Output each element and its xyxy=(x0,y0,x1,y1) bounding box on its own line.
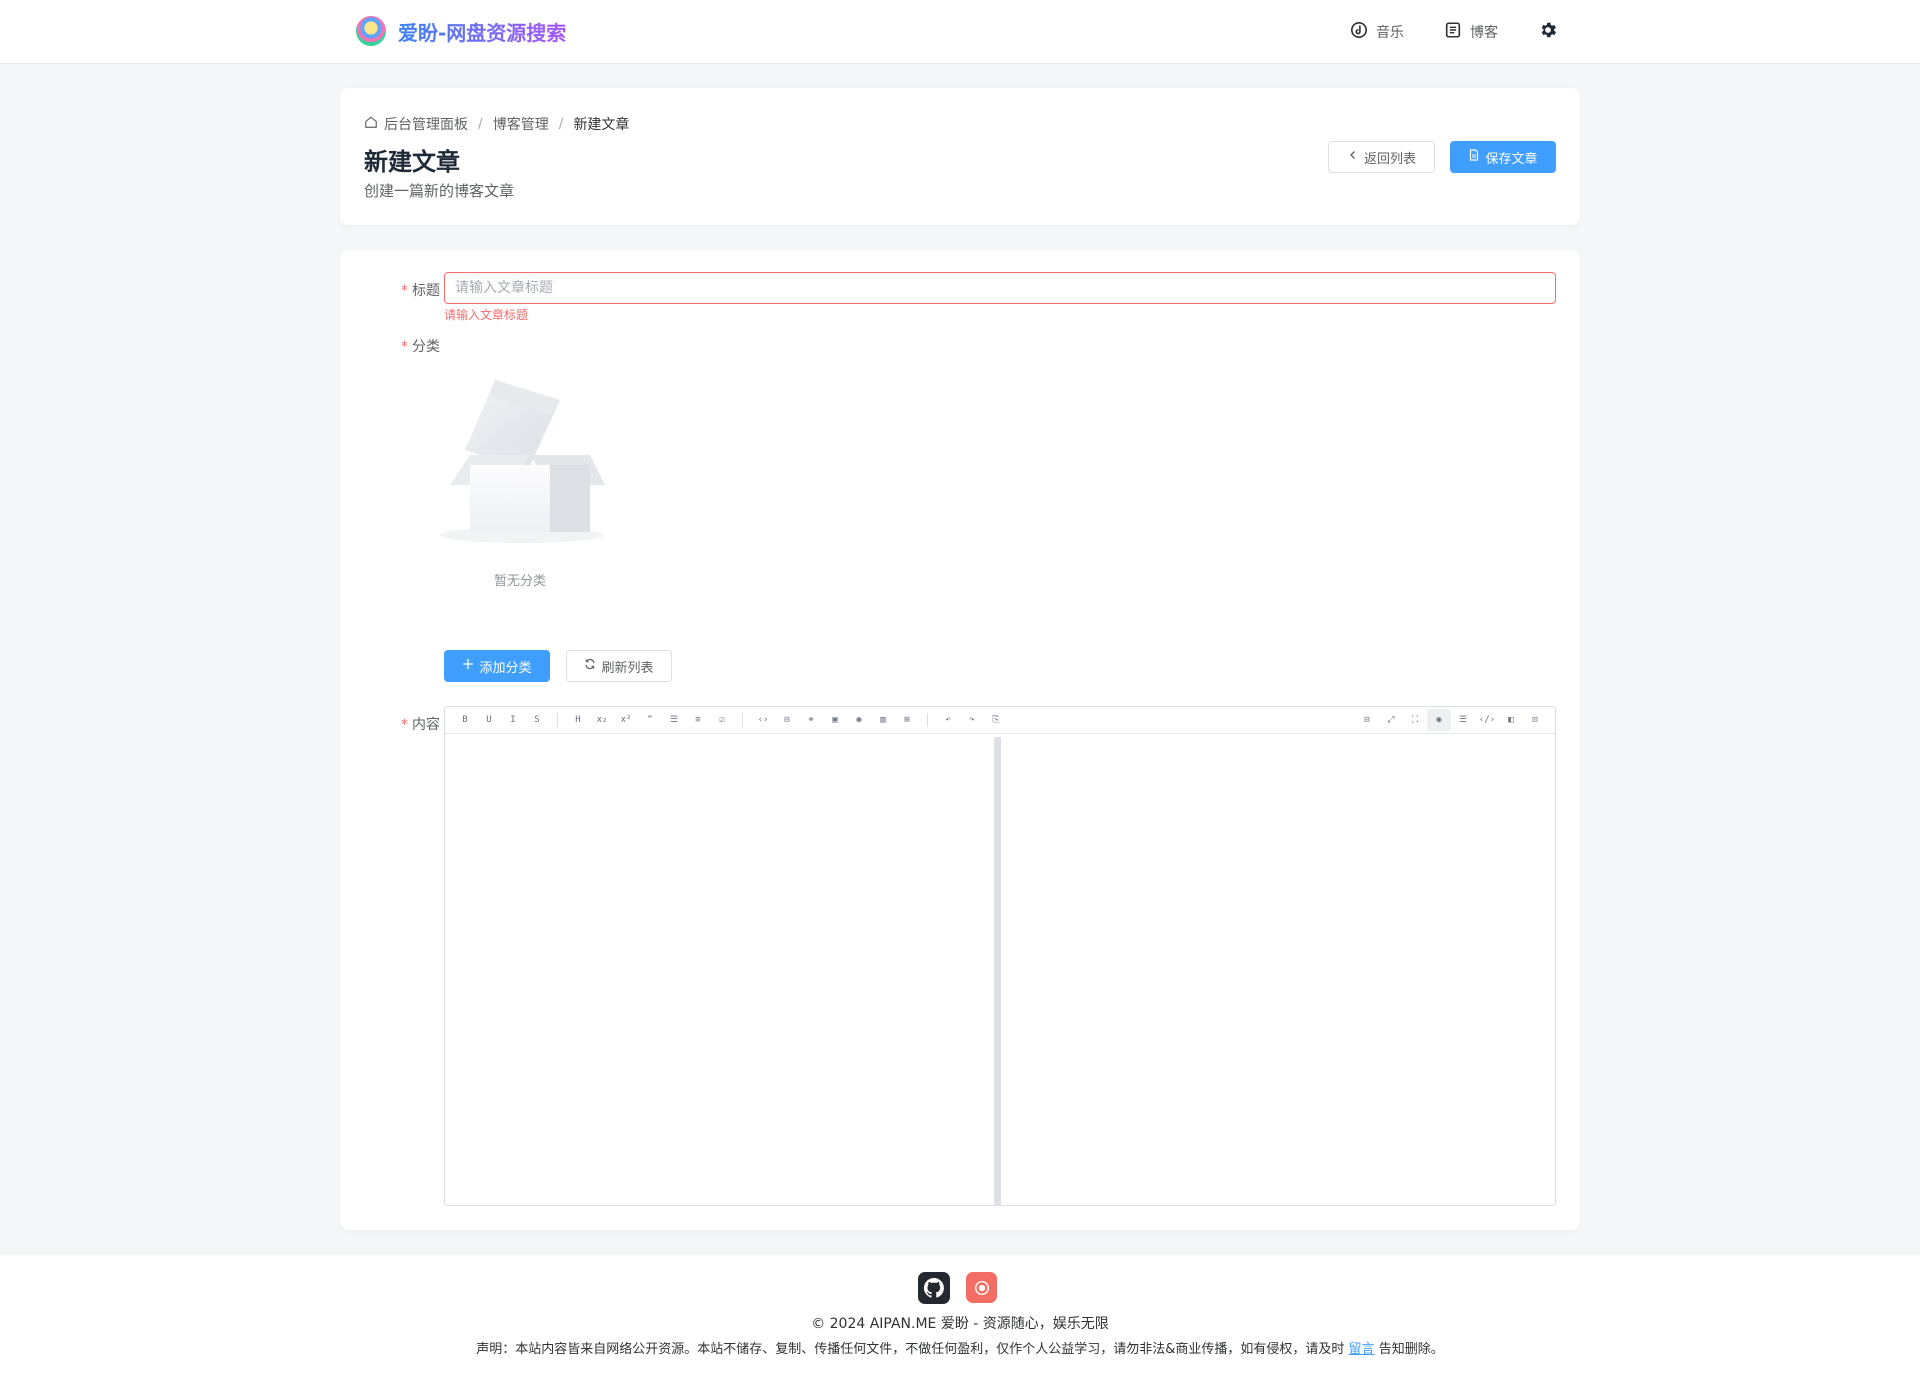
required-mark: * xyxy=(401,339,408,355)
page-title: 新建文章 xyxy=(364,148,460,176)
toolbar-button[interactable]: ⚭ xyxy=(799,709,823,731)
breadcrumb-separator: / xyxy=(478,116,483,132)
toolbar-button[interactable]: ❞ xyxy=(638,709,662,731)
editor-preview-pane xyxy=(1001,737,1555,1205)
copyright-text: © 2024 AIPAN.ME 爱盼 - 资源随心，娱乐无限 xyxy=(811,1316,1109,1332)
refresh-list-button[interactable]: 刷新列表 xyxy=(566,650,672,682)
editor-toolbar: B U I S Hx₂ x² ❞ ☰ ≡ ☑ ‹› ⊟ ⚭ ▣ ◉ ▥ ⊞ ↶ ↷ ⎘ ⊟ ⤢ ⛶ ◉ ☰ ‹/› ◧ ⊡ xyxy=(445,707,1555,734)
toolbar-button[interactable]: ≡ xyxy=(686,709,710,731)
add-category-label: 添加分类 xyxy=(479,660,532,676)
nav-music-label: 音乐 xyxy=(1376,25,1404,41)
document-icon xyxy=(1468,149,1480,165)
github-icon[interactable] xyxy=(918,1272,950,1304)
music-disc-icon xyxy=(1350,21,1368,43)
required-mark: * xyxy=(401,283,408,299)
top-header: 爱盼-网盘资源搜索 音乐 博客 xyxy=(0,0,1920,64)
home-icon xyxy=(364,115,378,133)
title-label: * 标题 xyxy=(340,280,440,300)
toolbar-button[interactable]: B xyxy=(453,709,477,731)
toolbar-button[interactable]: H xyxy=(566,709,590,731)
toolbar-button[interactable]: ↷ xyxy=(960,709,984,731)
toolbar-button[interactable]: ☑ xyxy=(710,709,734,731)
toolbar-button[interactable]: ‹› xyxy=(751,709,775,731)
disclaimer-text: 声明：本站内容皆来自网络公开资源。本站不储存、复制、传播任何文件，不做任何盈利，… xyxy=(476,1342,1345,1357)
leave-message-link[interactable]: 留言 xyxy=(1349,1342,1375,1357)
logo-text: 爱盼-网盘资源搜索 xyxy=(398,17,566,46)
editor-toolbar-right: ⊟ ⤢ ⛶ ◉ ☰ ‹/› ◧ ⊡ xyxy=(1355,709,1547,731)
toolbar-button[interactable]: x₂ xyxy=(590,709,614,731)
disclaimer: 声明：本站内容皆来自网络公开资源。本站不储存、复制、传播任何文件，不做任何盈利，… xyxy=(0,1338,1920,1357)
toolbar-button[interactable]: U xyxy=(477,709,501,731)
back-to-list-button[interactable]: 返回列表 xyxy=(1328,141,1435,173)
gear-icon xyxy=(1538,20,1558,44)
refresh-icon xyxy=(584,658,596,674)
editor-toolbar-left: B U I S Hx₂ x² ❞ ☰ ≡ ☑ ‹› ⊟ ⚭ ▣ ◉ ▥ ⊞ ↶ ↷ ⎘ xyxy=(453,709,1008,731)
toolbar-button[interactable]: I xyxy=(501,709,525,731)
document-icon xyxy=(1444,21,1462,43)
content-label: * 内容 xyxy=(340,714,440,734)
toolbar-button[interactable]: ☰ xyxy=(1451,709,1475,731)
empty-category-text: 暂无分类 xyxy=(493,574,546,589)
toolbar-button[interactable]: ⊡ xyxy=(1523,709,1547,731)
toolbar-divider xyxy=(557,713,558,727)
toolbar-button[interactable]: ⛶ xyxy=(1403,709,1427,731)
nav-blog[interactable]: 博客 xyxy=(1444,21,1498,43)
toolbar-button[interactable]: ⊟ xyxy=(775,709,799,731)
back-to-list-label: 返回列表 xyxy=(1363,151,1416,167)
toolbar-button[interactable]: S xyxy=(525,709,549,731)
toolbar-button[interactable]: ▣ xyxy=(823,709,847,731)
breadcrumb-separator: / xyxy=(558,116,564,132)
message-icon[interactable] xyxy=(966,1272,997,1303)
footer: © 2024 AIPAN.ME 爱盼 - 资源随心，娱乐无限 声明：本站内容皆来… xyxy=(0,1255,1920,1373)
content-label-text: 内容 xyxy=(412,717,440,733)
toolbar-button[interactable]: ◉ xyxy=(1427,709,1451,731)
plus-icon xyxy=(462,658,474,674)
editor-input-pane[interactable] xyxy=(445,737,995,1205)
toolbar-divider xyxy=(742,713,743,727)
title-input[interactable] xyxy=(444,272,1556,304)
logo-icon xyxy=(356,16,386,46)
breadcrumb-admin[interactable]: 后台管理面板 xyxy=(384,114,468,134)
category-label: * 分类 xyxy=(340,336,440,356)
breadcrumb-blog[interactable]: 博客管理 xyxy=(493,114,549,134)
toolbar-button[interactable]: ◉ xyxy=(847,709,871,731)
title-label-text: 标题 xyxy=(412,283,440,299)
empty-box-icon xyxy=(440,375,605,545)
toolbar-button[interactable]: ‹/› xyxy=(1475,709,1499,731)
chevron-left-icon xyxy=(1347,149,1359,165)
settings-button[interactable] xyxy=(1538,20,1558,44)
add-category-button[interactable]: 添加分类 xyxy=(444,650,550,682)
breadcrumb: 后台管理面板 / 博客管理 / 新建文章 xyxy=(364,114,629,134)
toolbar-button[interactable]: ◧ xyxy=(1499,709,1523,731)
nav-blog-label: 博客 xyxy=(1470,25,1498,41)
title-error-message: 请输入文章标题 xyxy=(444,308,529,322)
toolbar-button[interactable]: ⎘ xyxy=(984,709,1008,731)
markdown-editor: B U I S Hx₂ x² ❞ ☰ ≡ ☑ ‹› ⊟ ⚭ ▣ ◉ ▥ ⊞ ↶ ↷ ⎘ ⊟ ⤢ ⛶ ◉ ☰ ‹/› ◧ ⊡ xyxy=(444,706,1556,1206)
page-header-card: 后台管理面板 / 博客管理 / 新建文章 新建文章 创建一篇新的博客文章 返回列… xyxy=(340,88,1580,225)
save-article-label: 保存文章 xyxy=(1485,151,1538,167)
toolbar-button[interactable]: ⊞ xyxy=(895,709,919,731)
refresh-list-label: 刷新列表 xyxy=(601,660,654,676)
social-links xyxy=(918,1272,997,1304)
top-nav: 音乐 博客 xyxy=(1350,20,1558,44)
page-subtitle: 创建一篇新的博客文章 xyxy=(364,182,515,200)
toolbar-button[interactable]: ⤢ xyxy=(1379,709,1403,731)
breadcrumb-current: 新建文章 xyxy=(573,117,630,133)
site-logo[interactable]: 爱盼-网盘资源搜索 xyxy=(356,16,566,46)
disclaimer-suffix: 告知删除。 xyxy=(1378,1342,1444,1357)
nav-music[interactable]: 音乐 xyxy=(1350,21,1404,43)
required-mark: * xyxy=(401,717,408,733)
toolbar-button[interactable]: ☰ xyxy=(662,709,686,731)
toolbar-button[interactable]: x² xyxy=(614,709,638,731)
toolbar-divider xyxy=(927,713,928,727)
save-article-button[interactable]: 保存文章 xyxy=(1450,141,1556,173)
toolbar-button[interactable]: ↶ xyxy=(936,709,960,731)
category-label-text: 分类 xyxy=(412,339,440,355)
toolbar-button[interactable]: ⊟ xyxy=(1355,709,1379,731)
toolbar-button[interactable]: ▥ xyxy=(871,709,895,731)
article-form-card: *标题 请输入文章标题 *分类 暂无分类 添加分类 刷新列表 *内容 BUISH xyxy=(340,250,1580,1230)
